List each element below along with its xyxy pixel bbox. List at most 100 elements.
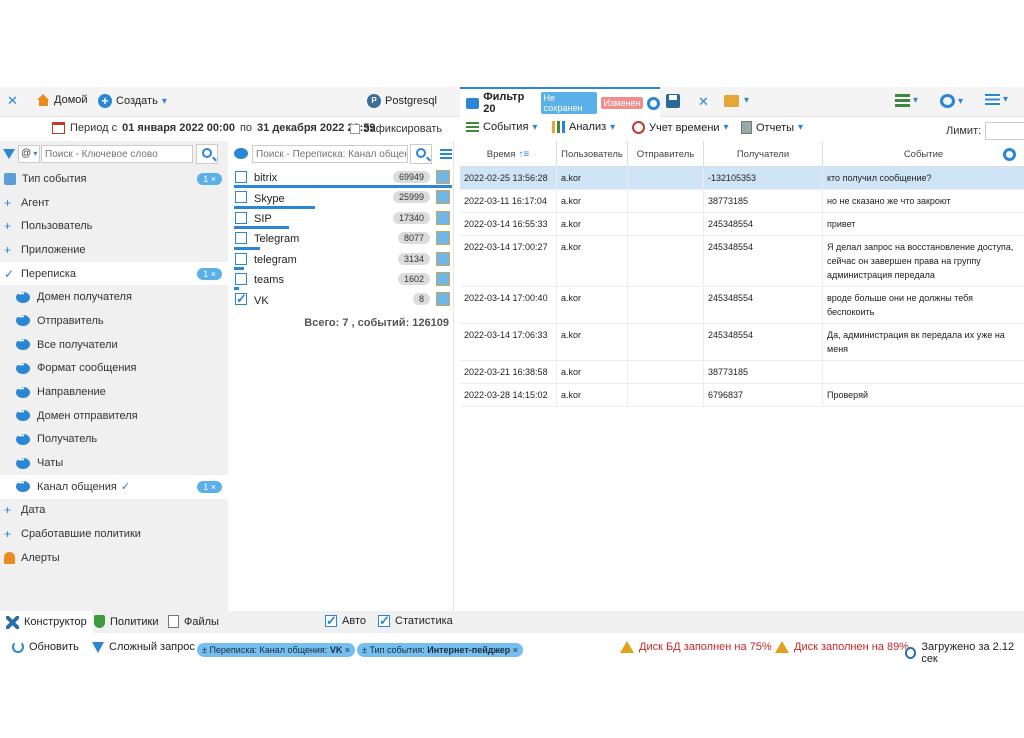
tree-item-message-format[interactable]: Формат сообщения [0, 357, 228, 381]
filter-count-pill[interactable]: 1 × [197, 480, 222, 493]
table-row[interactable]: 2022-03-21 16:38:58 a.kor 38773185 [460, 361, 1024, 384]
tree-item-event-type[interactable]: Тип события 1 × [0, 167, 228, 191]
filter-count-pill[interactable]: 1 × [197, 267, 222, 280]
time-menu[interactable]: Учет времени ▾ [632, 121, 729, 134]
main-menu[interactable]: ▾ [985, 94, 1008, 105]
tree-item-user[interactable]: + Пользователь [0, 214, 228, 238]
table-row[interactable]: 2022-03-14 16:55:33 a.kor 245348554 привет [460, 213, 1024, 236]
value-checkbox[interactable] [235, 291, 247, 307]
tree-item-recipient-domain[interactable]: Домен получателя [0, 285, 228, 309]
limit-input[interactable] [985, 122, 1024, 140]
value-row[interactable]: Telegram 8077 [232, 229, 454, 250]
fix-checkbox[interactable]: Зафиксировать [350, 123, 442, 135]
tab-constructor[interactable]: Конструктор [0, 611, 93, 633]
filter-chip-event-type[interactable]: ± Тип события: Интернет-пейджер × [357, 643, 523, 657]
chip-close-icon[interactable]: × [345, 645, 350, 655]
expand-icon[interactable]: + [4, 219, 21, 233]
events-menu[interactable]: События ▾ [466, 121, 537, 133]
expand-icon[interactable]: + [4, 527, 21, 541]
close-tab-icon[interactable]: ✕ [698, 94, 709, 110]
search-button[interactable] [410, 144, 432, 164]
sort-asc-icon[interactable]: ↑≡ [518, 149, 529, 160]
tab-policies[interactable]: Политики [94, 615, 159, 628]
tab-filter[interactable]: Фильтр 20 Не сохранен Изменен [460, 87, 661, 117]
funnel-icon[interactable] [3, 149, 15, 159]
value-checkbox[interactable] [235, 252, 247, 265]
image-icon[interactable] [436, 251, 450, 266]
close-icon[interactable]: ✕ [7, 93, 18, 109]
column-header-event[interactable]: Событие [823, 141, 1024, 167]
tree-item-recipient[interactable]: Получатель [0, 428, 228, 452]
list-menu-icon[interactable] [440, 149, 452, 159]
column-settings-icon[interactable] [1003, 148, 1016, 161]
image-icon[interactable] [436, 190, 450, 205]
expand-icon[interactable]: + [4, 196, 21, 210]
collapse-icon[interactable]: ✓ [4, 267, 21, 281]
tree-item-correspondence[interactable]: ✓ Переписка 1 × [0, 261, 228, 286]
tree-item-date[interactable]: + Дата [0, 499, 228, 523]
table-row[interactable]: 2022-03-14 17:06:33 a.kor 245348554 Да, адм… [460, 324, 1024, 361]
folder-icon[interactable] [724, 95, 739, 107]
image-icon[interactable] [436, 210, 450, 225]
tree-item-channel[interactable]: Канал общения ✓ 1 × [0, 474, 228, 499]
column-header-recipients[interactable]: Получатели [704, 141, 823, 167]
table-row[interactable]: 2022-03-14 17:00:27 a.kor 245348554 Я делал… [460, 236, 1024, 287]
period-selector[interactable]: Период с 01 января 2022 00:00 по 31 дека… [52, 122, 376, 134]
value-row[interactable]: Skype 25999 [232, 188, 454, 209]
value-row[interactable]: telegram 3134 [232, 250, 454, 270]
tree-item-sender-domain[interactable]: Домен отправителя [0, 404, 228, 428]
tree-item-sender[interactable]: Отправитель [0, 309, 228, 333]
settings-menu[interactable]: ▾ [940, 94, 963, 108]
tree-item-alerts[interactable]: Алерты [0, 546, 228, 570]
column-header-user[interactable]: Пользователь [557, 141, 628, 167]
expand-icon[interactable]: + [4, 503, 21, 517]
gear-icon[interactable] [647, 96, 661, 110]
value-checkbox[interactable] [235, 272, 247, 285]
table-row[interactable]: 2022-02-25 13:56:28 a.kor -132105353 кто по… [460, 167, 1024, 190]
table-row[interactable]: 2022-03-11 16:17:04 a.kor 38773185 но не ск… [460, 190, 1024, 213]
image-icon[interactable] [436, 271, 450, 286]
tree-item-all-recipients[interactable]: Все получатели [0, 333, 228, 357]
values-search-input[interactable] [252, 145, 408, 163]
column-header-sender[interactable]: Отправитель [628, 141, 704, 167]
image-icon[interactable] [436, 292, 450, 307]
column-header-time[interactable]: Время ↑≡ [460, 141, 557, 167]
home-button[interactable]: Домой [37, 94, 88, 106]
filter-count-pill[interactable]: 1 × [197, 172, 222, 185]
tree-item-chats[interactable]: Чаты [0, 451, 228, 475]
save-icon[interactable] [666, 94, 680, 108]
search-button[interactable] [196, 144, 218, 164]
chevron-down-icon[interactable]: ▾ [744, 95, 749, 106]
search-mode-select[interactable]: @ ▾ [18, 145, 40, 163]
analysis-menu[interactable]: Анализ ▾ [552, 121, 615, 133]
tab-files[interactable]: Файлы [168, 615, 219, 628]
value-row[interactable]: teams 1602 [232, 270, 454, 291]
tree-item-agent[interactable]: + Агент [0, 191, 228, 215]
table-row[interactable]: 2022-03-28 14:15:02 a.kor 6796837 Проверяй [460, 384, 1024, 407]
image-icon[interactable] [436, 170, 450, 184]
expand-icon[interactable]: + [4, 243, 21, 257]
reports-menu[interactable]: Отчеты ▾ [741, 121, 803, 134]
value-checkbox[interactable] [235, 191, 247, 204]
create-button[interactable]: + Создать ▾ [98, 94, 167, 108]
filter-chip-channel[interactable]: ± Переписка: Канал общения: VK × [197, 643, 356, 657]
value-checkbox[interactable] [235, 171, 247, 183]
refresh-button[interactable]: Обновить [12, 641, 79, 653]
value-checkbox[interactable] [235, 211, 247, 224]
value-row[interactable]: VK 8 [232, 290, 454, 310]
value-row[interactable]: SIP 17340 [232, 209, 454, 230]
value-checkbox[interactable] [235, 232, 247, 245]
chip-close-icon[interactable]: × [513, 645, 518, 655]
db-selector[interactable]: P Postgresql [367, 94, 437, 108]
tree-item-triggered-policies[interactable]: + Сработавшие политики [0, 522, 228, 546]
keyword-search-input[interactable] [41, 145, 193, 163]
columns-menu[interactable]: ▾ [895, 94, 918, 107]
table-row[interactable]: 2022-03-14 17:00:40 a.kor 245348554 вроде б… [460, 287, 1024, 324]
tree-item-direction[interactable]: Направление [0, 380, 228, 404]
complex-query-button[interactable]: Сложный запрос [92, 641, 195, 653]
tree-item-application[interactable]: + Приложение [0, 238, 228, 262]
image-icon[interactable] [436, 231, 450, 246]
stats-checkbox[interactable]: Статистика [378, 613, 453, 629]
value-row[interactable]: bitrix 69949 [232, 168, 454, 189]
auto-checkbox[interactable]: Авто [325, 613, 366, 629]
